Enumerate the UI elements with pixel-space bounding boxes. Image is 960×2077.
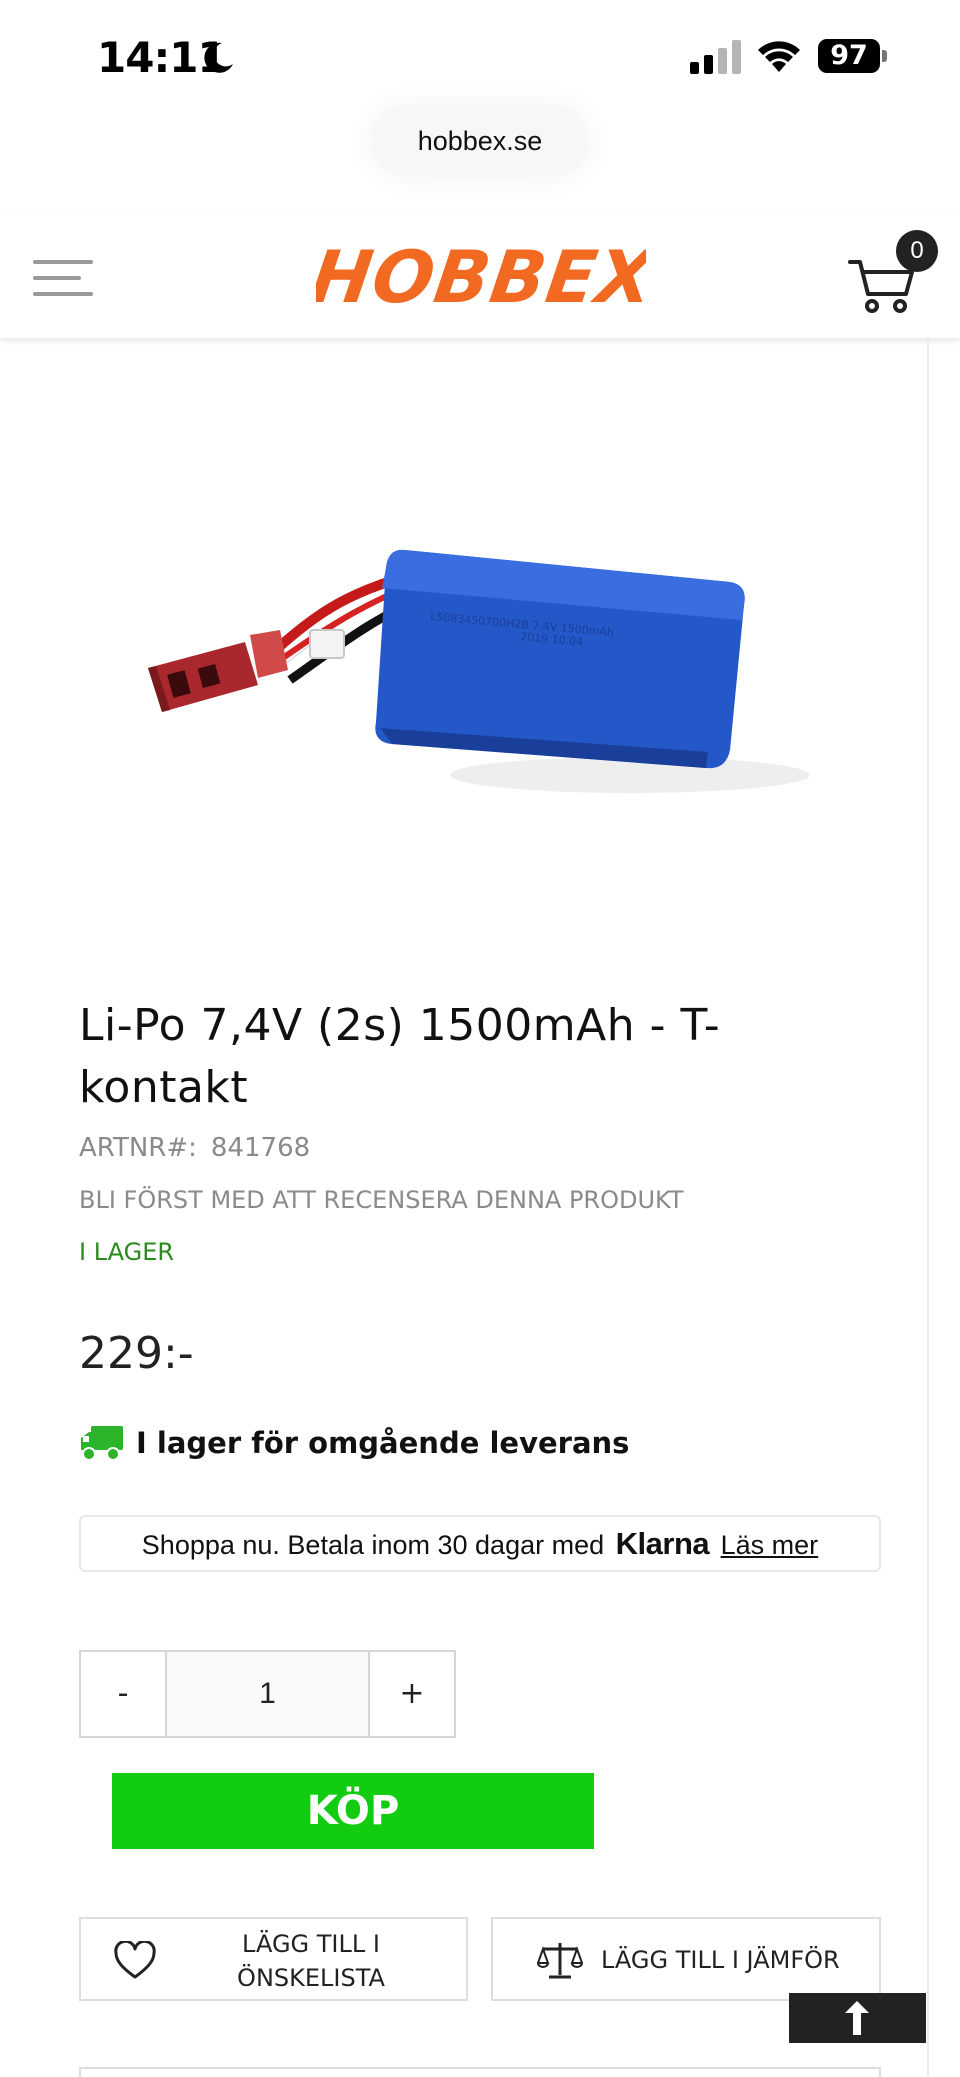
wifi-icon	[758, 41, 800, 72]
quantity-decrease-button[interactable]: -	[81, 1652, 167, 1736]
divider	[927, 338, 929, 2077]
stock-status: I LAGER	[79, 1238, 175, 1266]
product-image[interactable]: L5083450700H2B 7.4V 1500mAh 2019.10.04	[130, 490, 850, 850]
bottom-section	[79, 2067, 881, 2077]
menu-icon[interactable]	[33, 256, 93, 300]
quantity-stepper: - 1 +	[79, 1650, 456, 1738]
add-to-compare-button[interactable]: LÄGG TILL I JÄMFÖR	[491, 1917, 881, 2001]
product-title: Li-Po 7,4V (2s) 1500mAh - T-kontakt	[79, 1000, 721, 1113]
klarna-read-more-link[interactable]: Läs mer	[721, 1530, 819, 1560]
buy-button[interactable]: KÖP	[112, 1773, 594, 1849]
wishlist-label: LÄGG TILL I ÖNSKELISTA	[237, 1930, 385, 1992]
product-price: 229:-	[79, 1328, 194, 1379]
status-bar: 14:11 97	[0, 0, 960, 110]
signal-icon	[690, 40, 741, 74]
add-to-wishlist-button[interactable]: LÄGG TILL I ÖNSKELISTA	[79, 1917, 468, 2001]
scale-icon	[537, 1943, 583, 1979]
delivery-text: I lager för omgående leverans	[136, 1426, 630, 1460]
review-link[interactable]: BLI FÖRST MED ATT RECENSERA DENNA PRODUK…	[79, 1186, 684, 1214]
klarna-banner: Shoppa nu. Betala inom 30 dagar med Klar…	[79, 1515, 881, 1572]
artnr-label: ARTNR#:	[79, 1133, 197, 1163]
cart-count-badge: 0	[896, 230, 938, 272]
svg-text:HOBBEX: HOBBEX	[316, 236, 646, 316]
compare-label: LÄGG TILL I JÄMFÖR	[601, 1946, 840, 1974]
klarna-text: Shoppa nu. Betala inom 30 dagar med	[141, 1530, 605, 1560]
quantity-increase-button[interactable]: +	[368, 1652, 454, 1736]
klarna-logo: Klarna	[615, 1526, 710, 1561]
truck-icon	[81, 1426, 123, 1461]
battery-level: 97	[818, 39, 880, 73]
url-bar[interactable]: hobbex.se	[372, 106, 588, 176]
hobbex-logo[interactable]: HOBBEX	[316, 232, 646, 316]
site-header: HOBBEX	[0, 210, 960, 338]
heart-icon	[114, 1941, 156, 1979]
quantity-input[interactable]: 1	[167, 1652, 368, 1736]
battery-icon: 97	[818, 39, 888, 73]
moon-icon	[204, 42, 233, 73]
article-number: ARTNR#: 841768	[79, 1133, 310, 1163]
arrow-up-icon	[845, 2001, 869, 2035]
artnr-value: 841768	[210, 1133, 311, 1163]
battery-tip	[882, 50, 887, 62]
back-to-top-button[interactable]	[789, 1993, 926, 2043]
